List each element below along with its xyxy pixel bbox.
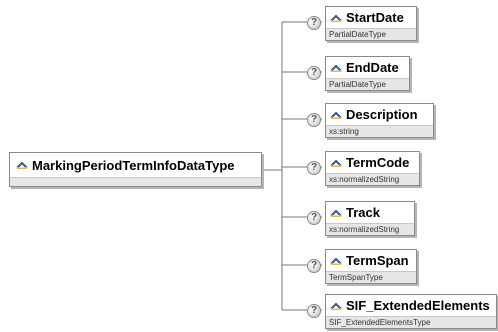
element-type-label: xs:normalizedString	[326, 223, 414, 235]
question-mark-icon[interactable]: ?	[307, 66, 321, 80]
question-mark-icon[interactable]: ?	[307, 16, 321, 30]
element-icon	[330, 302, 342, 310]
question-mark-icon[interactable]: ?	[307, 304, 321, 318]
root-type-box: MarkingPeriodTermInfoDataType	[9, 152, 262, 187]
element-icon	[330, 257, 342, 265]
element-icon	[330, 111, 342, 119]
element-box-termcode[interactable]: TermCode xs:normalizedString	[325, 151, 420, 186]
element-header: StartDate	[326, 7, 416, 28]
element-type-icon	[16, 161, 28, 169]
element-icon	[330, 209, 342, 217]
element-type-label: PartialDateType	[326, 78, 409, 90]
root-type-name: MarkingPeriodTermInfoDataType	[32, 157, 235, 173]
element-type-label: xs:string	[326, 125, 433, 137]
question-mark-icon[interactable]: ?	[307, 259, 321, 273]
element-header: SIF_ExtendedElements	[326, 295, 496, 316]
root-type-header: MarkingPeriodTermInfoDataType	[10, 153, 261, 177]
element-header: EndDate	[326, 57, 409, 78]
element-box-sif-extendedelements[interactable]: SIF_ExtendedElements SIF_ExtendedElements…	[325, 294, 497, 329]
element-header: TermCode	[326, 152, 419, 173]
element-type-label: xs:normalizedString	[326, 173, 419, 185]
element-box-description[interactable]: Description xs:string	[325, 103, 434, 138]
element-name: TermSpan	[346, 253, 409, 268]
element-name: Track	[346, 205, 380, 220]
element-icon	[330, 14, 342, 22]
element-box-enddate[interactable]: EndDate PartialDateType	[325, 56, 410, 91]
element-name: EndDate	[346, 60, 399, 75]
element-box-track[interactable]: Track xs:normalizedString	[325, 201, 415, 236]
element-box-startdate[interactable]: StartDate PartialDateType	[325, 6, 417, 41]
root-type-footer	[10, 177, 261, 186]
element-type-label: TermSpanType	[326, 271, 416, 283]
element-header: TermSpan	[326, 250, 416, 271]
element-name: SIF_ExtendedElements	[346, 298, 490, 313]
question-mark-icon[interactable]: ?	[307, 161, 321, 175]
element-type-label: PartialDateType	[326, 28, 416, 40]
question-mark-icon[interactable]: ?	[307, 211, 321, 225]
element-name: TermCode	[346, 155, 410, 170]
element-type-label: SIF_ExtendedElementsType	[326, 316, 496, 328]
question-mark-icon[interactable]: ?	[307, 113, 321, 127]
element-icon	[330, 64, 342, 72]
element-icon	[330, 159, 342, 167]
element-header: Track	[326, 202, 414, 223]
element-header: Description	[326, 104, 433, 125]
element-box-termspan[interactable]: TermSpan TermSpanType	[325, 249, 417, 284]
element-name: StartDate	[346, 10, 404, 25]
element-name: Description	[346, 107, 418, 122]
